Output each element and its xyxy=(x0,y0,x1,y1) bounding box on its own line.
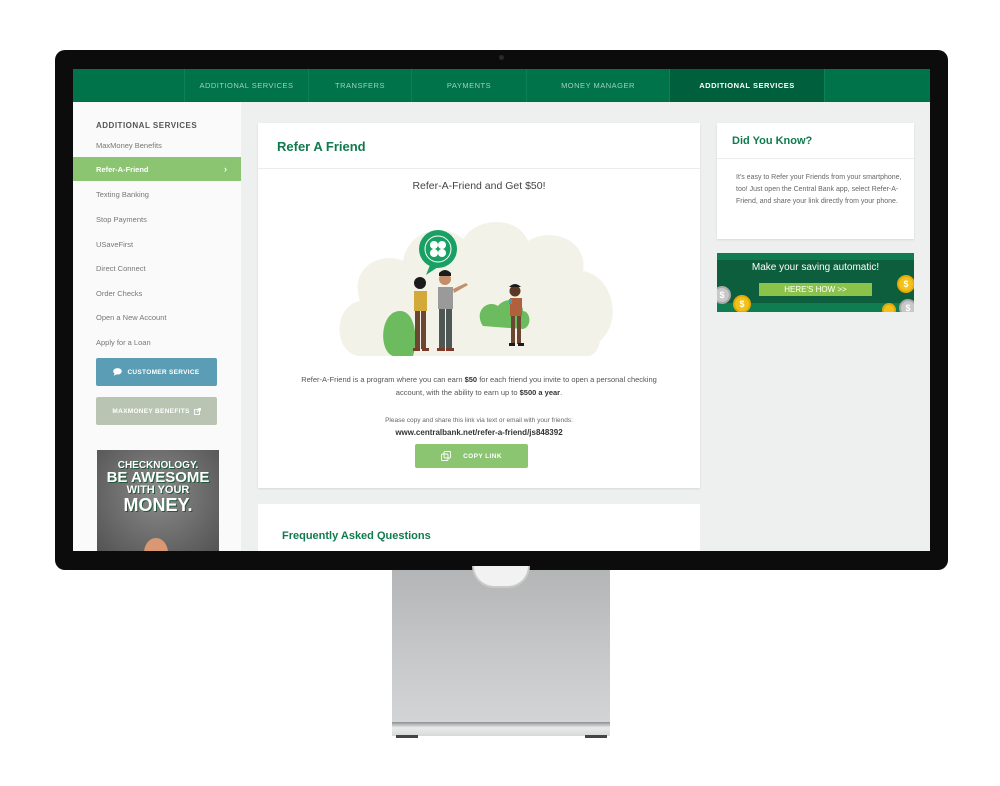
sidebar-item-label: Direct Connect xyxy=(96,263,146,273)
coin-icon: $ xyxy=(717,286,731,304)
coin-icon: $ xyxy=(733,295,751,312)
sidebar-item-maxmoney-benefits[interactable]: MaxMoney Benefits xyxy=(73,133,241,157)
sidebar-item-open-new-account[interactable]: Open a New Account xyxy=(73,305,241,329)
cloud-background xyxy=(339,221,613,356)
sidebar-item-label: Open a New Account xyxy=(96,312,167,322)
refer-a-friend-card: Refer A Friend Refer-A-Friend and Get $5… xyxy=(258,123,700,488)
friends-illustration xyxy=(339,221,613,356)
page-title: Refer A Friend xyxy=(277,139,366,154)
chevron-right-icon: › xyxy=(224,164,227,174)
camera-icon xyxy=(499,55,504,60)
copy-link-button[interactable]: COPY LINK xyxy=(415,444,528,468)
customer-service-label: CUSTOMER SERVICE xyxy=(127,368,200,376)
coin-icon xyxy=(882,303,896,312)
card-divider xyxy=(258,168,700,169)
sidebar-item-refer-a-friend[interactable]: Refer-A-Friend › xyxy=(73,157,241,181)
nav-spacer xyxy=(824,69,930,102)
checknology-ad-banner[interactable]: CHECKNOLOGY. BE AWESOME WITH YOUR MONEY. xyxy=(97,450,219,551)
chat-bubble-icon xyxy=(113,368,123,376)
ad-person-image xyxy=(144,538,168,551)
monitor-stand xyxy=(392,570,610,728)
did-you-know-text: It's easy to Refer your Friends from you… xyxy=(736,174,902,205)
faq-title: Frequently Asked Questions xyxy=(282,530,431,542)
monitor-foot-right xyxy=(585,735,607,738)
screen: ADDITIONAL SERVICES TRANSFERS PAYMENTS M… xyxy=(73,69,930,551)
monitor-stand-base xyxy=(392,722,610,736)
sidebar-item-label: MaxMoney Benefits xyxy=(96,140,162,150)
nav-tab-payments[interactable]: PAYMENTS xyxy=(411,69,526,102)
sidebar-item-label: Apply for a Loan xyxy=(96,337,151,347)
nav-tab-additional-services[interactable]: ADDITIONAL SERVICES xyxy=(184,69,308,102)
did-you-know-card: Did You Know? It's easy to Refer your Fr… xyxy=(717,123,914,239)
monitor-foot-left xyxy=(396,735,418,738)
sidebar-item-label: Texting Banking xyxy=(96,189,149,199)
description-text: . xyxy=(560,388,563,397)
sidebar: ADDITIONAL SERVICES MaxMoney Benefits Re… xyxy=(73,102,241,551)
phone-icon xyxy=(509,299,512,304)
sidebar-heading: ADDITIONAL SERVICES xyxy=(96,121,198,130)
annual-max-amount: $500 a year xyxy=(519,388,561,397)
share-instructions: Please copy and share this link via text… xyxy=(385,417,573,424)
sidebar-item-label: Stop Payments xyxy=(96,214,147,224)
ad-headline: Make your saving automatic! xyxy=(751,262,880,273)
sidebar-item-order-checks[interactable]: Order Checks xyxy=(73,281,241,305)
reward-amount: $50 xyxy=(464,375,478,384)
sidebar-item-texting-banking[interactable]: Texting Banking xyxy=(73,182,241,206)
description-text: Refer-A-Friend is a program where you ca… xyxy=(301,375,465,384)
promo-subheading: Refer-A-Friend and Get $50! xyxy=(412,180,546,192)
coin-icon: $ xyxy=(897,275,914,293)
sidebar-item-stop-payments[interactable]: Stop Payments xyxy=(73,207,241,231)
card-divider xyxy=(717,158,914,159)
external-link-icon xyxy=(193,407,201,415)
copy-link-label: COPY LINK xyxy=(463,452,502,460)
sidebar-item-label: USaveFirst xyxy=(96,239,134,249)
saving-automatic-ad-banner[interactable]: Make your saving automatic! HERE'S HOW >… xyxy=(717,253,914,312)
top-navigation: ADDITIONAL SERVICES TRANSFERS PAYMENTS M… xyxy=(73,69,930,102)
sidebar-item-apply-for-loan[interactable]: Apply for a Loan xyxy=(73,330,241,354)
nav-tab-additional-services-active[interactable]: ADDITIONAL SERVICES xyxy=(669,69,824,102)
coin-icon: $ xyxy=(899,299,914,312)
maxmoney-benefits-label: MAXMONEY BENEFITS xyxy=(112,407,190,415)
copy-icon xyxy=(441,451,452,461)
sidebar-item-label: Order Checks xyxy=(96,288,143,298)
heres-how-button[interactable]: HERE'S HOW >> xyxy=(759,283,872,296)
nav-tab-transfers[interactable]: TRANSFERS xyxy=(308,69,411,102)
referral-link[interactable]: www.centralbank.net/refer-a-friend/js848… xyxy=(258,428,700,437)
ad-line-2: BE AWESOME xyxy=(106,469,210,486)
ad-stripe-top xyxy=(717,253,914,260)
customer-service-button[interactable]: CUSTOMER SERVICE xyxy=(96,358,217,386)
nav-tab-money-manager[interactable]: MONEY MANAGER xyxy=(526,69,669,102)
did-you-know-title: Did You Know? xyxy=(732,135,813,147)
program-description: Refer-A-Friend is a program where you ca… xyxy=(288,373,670,399)
sidebar-item-direct-connect[interactable]: Direct Connect xyxy=(73,256,241,280)
ad-line-4: MONEY. xyxy=(123,495,193,515)
faq-card: Frequently Asked Questions xyxy=(258,504,700,551)
maxmoney-benefits-button[interactable]: MAXMONEY BENEFITS xyxy=(96,397,217,425)
sidebar-item-label: Refer-A-Friend xyxy=(96,164,149,174)
sidebar-item-usavefirst[interactable]: USaveFirst xyxy=(73,232,241,256)
